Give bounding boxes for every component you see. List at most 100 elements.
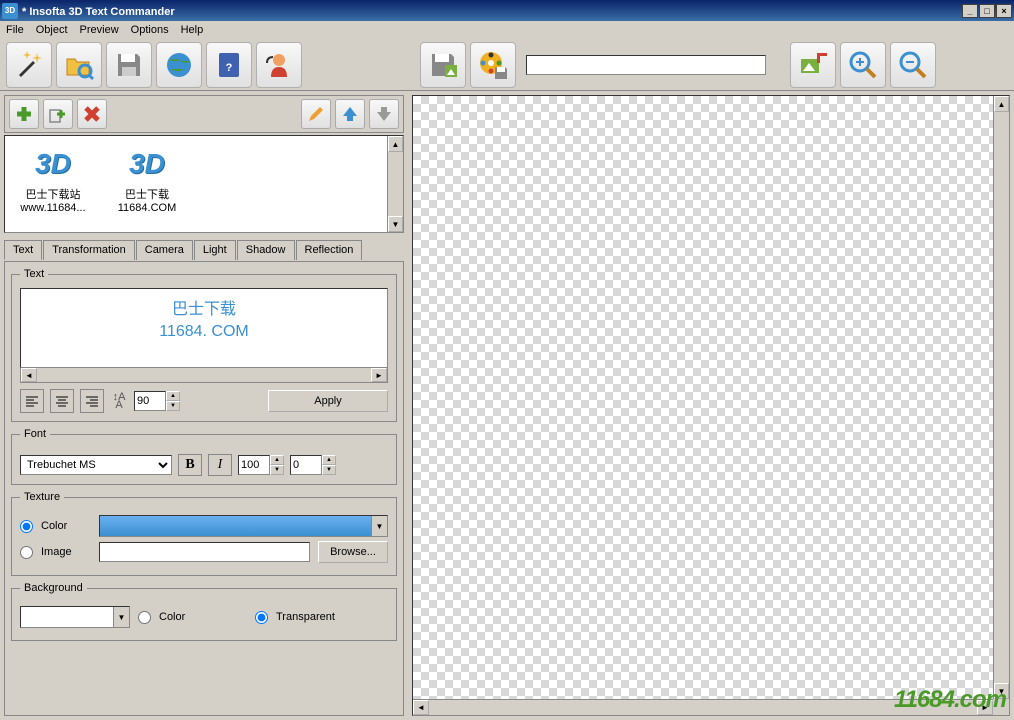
spin-up-icon[interactable]: ▲ (270, 455, 284, 465)
text-group: Text 巴士下载 11684. COM ◄ ► ↕AA ▲▼ (11, 268, 397, 422)
wizard-button[interactable] (6, 42, 52, 88)
text-horizontal-scrollbar[interactable]: ◄ ► (20, 367, 388, 383)
texture-color-label: Color (41, 520, 91, 532)
texture-color-picker[interactable]: ▼ (99, 515, 388, 537)
background-color-radio[interactable] (138, 611, 151, 624)
text-line-1: 巴士下载 (27, 295, 381, 319)
main-toolbar: ? (0, 39, 1014, 91)
web-button[interactable] (156, 42, 202, 88)
font-extra-field[interactable]: ▲▼ (290, 455, 336, 475)
text-line-2: 11684. COM (27, 323, 381, 341)
line-spacing-input[interactable] (134, 391, 166, 411)
scroll-left-icon[interactable]: ◄ (413, 700, 429, 715)
open-button[interactable] (56, 42, 102, 88)
object-list-scrollbar[interactable]: ▲ ▼ (387, 136, 403, 232)
font-size-field[interactable]: ▲▼ (238, 455, 284, 475)
support-button[interactable] (256, 42, 302, 88)
texture-group-label: Texture (20, 491, 64, 503)
help-button[interactable]: ? (206, 42, 252, 88)
scroll-right-icon[interactable]: ► (371, 368, 387, 382)
export-image-button[interactable] (420, 42, 466, 88)
tab-shadow[interactable]: Shadow (237, 240, 295, 260)
text-group-label: Text (20, 268, 48, 280)
add-object-button[interactable] (9, 99, 39, 129)
font-group-label: Font (20, 428, 50, 440)
bold-button[interactable]: B (178, 454, 202, 476)
dropdown-icon[interactable]: ▼ (113, 607, 129, 627)
menu-preview[interactable]: Preview (80, 24, 119, 36)
line-spacing-icon: ↕AA (110, 392, 128, 410)
font-family-select[interactable]: Trebuchet MS (20, 455, 172, 475)
object-toolbar (4, 95, 404, 133)
spin-up-icon[interactable]: ▲ (166, 391, 180, 401)
spin-down-icon[interactable]: ▼ (270, 465, 284, 475)
browse-button[interactable]: Browse... (318, 541, 388, 563)
tab-panel-text: Text 巴士下载 11684. COM ◄ ► ↕AA ▲▼ (4, 261, 404, 716)
spin-down-icon[interactable]: ▼ (166, 401, 180, 411)
scroll-up-icon[interactable]: ▲ (994, 96, 1009, 112)
tab-reflection[interactable]: Reflection (296, 240, 363, 260)
maximize-button[interactable]: □ (979, 4, 995, 18)
font-extra-input[interactable] (290, 455, 322, 475)
move-up-button[interactable] (335, 99, 365, 129)
preview-path-field[interactable] (526, 55, 766, 75)
texture-image-radio[interactable] (20, 546, 33, 559)
zoom-fit-button[interactable] (790, 42, 836, 88)
preview-canvas[interactable]: ▲ ▼ ◄ ► (412, 95, 1010, 716)
object-thumbnail[interactable]: 3D 巴士下载 11684.COM (105, 142, 189, 214)
tab-transformation[interactable]: Transformation (43, 240, 135, 260)
font-group: Font Trebuchet MS B I ▲▼ ▲▼ (11, 428, 397, 485)
preview-vertical-scrollbar[interactable]: ▲ ▼ (993, 96, 1009, 699)
thumbnail-preview: 3D (105, 142, 189, 186)
align-left-button[interactable] (20, 389, 44, 413)
texture-image-label: Image (41, 546, 91, 558)
background-transparent-label: Transparent (276, 611, 335, 623)
italic-button[interactable]: I (208, 454, 232, 476)
scroll-left-icon[interactable]: ◄ (21, 368, 37, 382)
save-button[interactable] (106, 42, 152, 88)
texture-color-radio[interactable] (20, 520, 33, 533)
property-tabs: Text Transformation Camera Light Shadow … (4, 239, 404, 259)
duplicate-object-button[interactable] (43, 99, 73, 129)
tab-camera[interactable]: Camera (136, 240, 193, 260)
apply-button[interactable]: Apply (268, 390, 388, 412)
app-icon: 3D (2, 3, 18, 19)
menubar: File Object Preview Options Help (0, 21, 1014, 39)
window-title: * Insofta 3D Text Commander (22, 4, 962, 18)
spin-down-icon[interactable]: ▼ (322, 465, 336, 475)
text-input[interactable]: 巴士下载 11684. COM (20, 288, 388, 368)
texture-image-path[interactable] (99, 542, 310, 562)
menu-file[interactable]: File (6, 24, 24, 36)
thumbnail-url: www.11684... (11, 202, 95, 214)
spin-up-icon[interactable]: ▲ (322, 455, 336, 465)
line-spacing-field[interactable]: ▲▼ (134, 391, 180, 411)
background-color-picker[interactable]: ▼ (20, 606, 130, 628)
delete-object-button[interactable] (77, 99, 107, 129)
thumbnail-preview: 3D (11, 142, 95, 186)
menu-options[interactable]: Options (131, 24, 169, 36)
background-color-label: Color (159, 611, 209, 623)
zoom-out-button[interactable] (890, 42, 936, 88)
export-animation-button[interactable] (470, 42, 516, 88)
menu-object[interactable]: Object (36, 24, 68, 36)
minimize-button[interactable]: _ (962, 4, 978, 18)
tab-light[interactable]: Light (194, 240, 236, 260)
background-transparent-radio[interactable] (255, 611, 268, 624)
dropdown-icon[interactable]: ▼ (371, 516, 387, 536)
move-down-button[interactable] (369, 99, 399, 129)
object-thumbnail[interactable]: 3D 巴士下载站 www.11684... (11, 142, 95, 214)
close-button[interactable]: × (996, 4, 1012, 18)
tab-text[interactable]: Text (4, 240, 42, 260)
left-panel: 3D 巴士下载站 www.11684... 3D 巴士下载 11684.COM … (0, 91, 408, 720)
texture-group: Texture Color ▼ Image Browse... (11, 491, 397, 576)
scroll-down-icon[interactable]: ▼ (388, 216, 403, 232)
scroll-up-icon[interactable]: ▲ (388, 136, 403, 152)
zoom-in-button[interactable] (840, 42, 886, 88)
edit-object-button[interactable] (301, 99, 331, 129)
align-center-button[interactable] (50, 389, 74, 413)
thumbnail-name: 巴士下载站 (11, 186, 95, 202)
align-right-button[interactable] (80, 389, 104, 413)
background-group: Background ▼ Color Transparent (11, 582, 397, 641)
menu-help[interactable]: Help (181, 24, 204, 36)
font-size-input[interactable] (238, 455, 270, 475)
